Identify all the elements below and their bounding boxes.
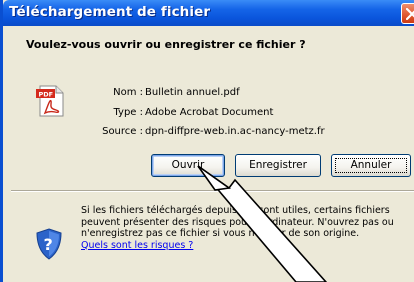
close-icon xyxy=(406,8,414,20)
risks-link[interactable]: Quels sont les risques ? xyxy=(81,240,193,251)
close-button[interactable] xyxy=(401,3,414,24)
title-bar[interactable]: Téléchargement de fichier xyxy=(3,0,414,26)
file-source-value: dpn-diffpre-web.in.ac-nancy-metz.fr xyxy=(145,126,325,137)
file-name-row: Nom : Bulletin annuel.pdf xyxy=(3,87,414,102)
window-title: Téléchargement de fichier xyxy=(9,4,211,20)
svg-text:?: ? xyxy=(44,235,53,254)
open-button-label: Ouvrir xyxy=(171,159,205,171)
warning-line-1: Si les fichiers téléchargés depuis In t … xyxy=(81,205,390,216)
open-button[interactable]: Ouvrir xyxy=(151,154,225,177)
type-label: Type : xyxy=(113,107,143,118)
warning-line-2: peuvent présenter des risques pour v ord… xyxy=(81,216,394,228)
file-type-value: Adobe Acrobat Document xyxy=(145,107,274,118)
name-label: Nom : xyxy=(113,87,143,98)
save-button[interactable]: Enregistrer xyxy=(235,154,321,177)
shield-question-icon: ? xyxy=(35,228,63,260)
source-label: Source : xyxy=(102,126,143,137)
file-source-row: Source : dpn-diffpre-web.in.ac-nancy-met… xyxy=(3,126,414,141)
file-name-value: Bulletin annuel.pdf xyxy=(145,87,240,98)
security-warning: Si les fichiers téléchargés depuis In t … xyxy=(81,205,414,251)
file-type-row: Type : Adobe Acrobat Document xyxy=(3,107,414,122)
warning-line-3: n'enregistrez pas ce fichier si vous n'ê… xyxy=(81,228,360,239)
focus-rectangle xyxy=(335,158,407,173)
separator xyxy=(11,190,414,192)
cancel-button[interactable]: Annuler xyxy=(331,154,411,177)
save-button-label: Enregistrer xyxy=(249,159,307,171)
dialog-question: Voulez-vous ouvrir ou enregistrer ce fic… xyxy=(26,38,306,51)
download-dialog: Téléchargement de fichier Voulez-vous ou… xyxy=(0,0,414,282)
